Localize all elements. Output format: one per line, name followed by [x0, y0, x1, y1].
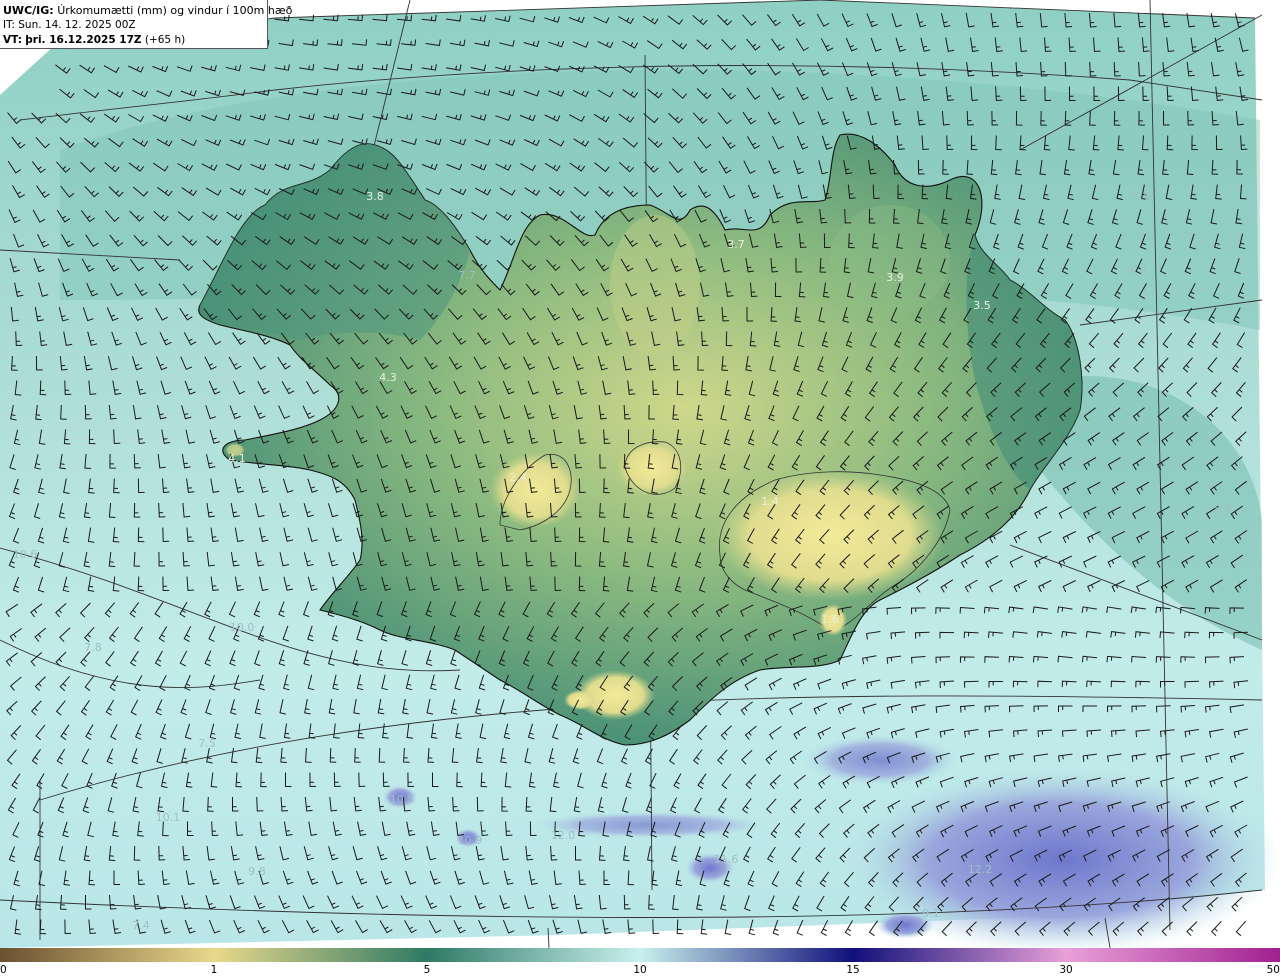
- precip-value-label: 3.9: [886, 271, 904, 284]
- colorbar-tick: 15: [846, 964, 860, 976]
- heavy-precip-south: [800, 734, 960, 786]
- north-east-highlight: [830, 205, 950, 315]
- valid-time-line: VT: þri. 16.12.2025 17Z (+65 h): [3, 33, 267, 48]
- precip-value-label: 10.9: [458, 834, 483, 847]
- precip-value-label: 12.2: [968, 863, 993, 876]
- precip-value-label: 10.1: [156, 811, 181, 824]
- colorbar-labels: 0 1 5 10 15 30 50: [0, 963, 1280, 978]
- precip-value-label: 4.3: [379, 371, 397, 384]
- precip-value-label: 12.0: [551, 829, 576, 842]
- precip-value-label: 3.5: [973, 299, 991, 312]
- colorbar: [0, 948, 1280, 962]
- precipitation-wind-map: 3.8 7.7 3.7 3.9 3.5 5.9 6.8 4.3 4.1 2.4 10.6 10.0 7.…: [0, 0, 1280, 948]
- map-title-box: UWC/IG: Úrkomumætti (mm) og vindur í 100…: [0, 0, 292, 49]
- precip-value-label: 6.8: [1129, 265, 1147, 278]
- precip-value-label: 11.6: [714, 853, 739, 866]
- eyjafjallajokull-glacier: [564, 690, 596, 710]
- precip-value-label: 4.1: [228, 452, 246, 465]
- precip-value-label: 3.7: [727, 238, 745, 251]
- precip-value-label: 10.6: [13, 548, 38, 561]
- colorbar-tick: 0: [0, 964, 7, 976]
- valid-label: VT:: [3, 34, 22, 46]
- colorbar-tick: 1: [210, 964, 218, 976]
- model-prefix: UWC/IG:: [3, 4, 54, 17]
- precip-value-label: 9.1: [922, 907, 940, 920]
- precip-value-label: 7.4: [132, 919, 150, 932]
- precip-value-label: 7.5: [198, 737, 216, 750]
- precip-value-label: 1.6: [821, 613, 839, 626]
- init-time-line: IT: Sun. 14. 12. 2025 00Z: [3, 18, 267, 33]
- precip-value-label: 10.0: [230, 621, 255, 634]
- precip-value-label: 10.5: [390, 793, 415, 806]
- product-name: Úrkomumætti (mm) og vindur í 100m hæð: [57, 4, 293, 17]
- precip-value-label: 3.8: [366, 190, 384, 203]
- colorbar-tick: 30: [1059, 964, 1073, 976]
- valid-time: þri. 16.12.2025 17Z: [25, 34, 142, 46]
- precip-value-label: 7.7: [458, 269, 476, 282]
- colorbar-tick: 5: [423, 964, 431, 976]
- init-time: Sun. 14. 12. 2025 00Z: [18, 19, 136, 31]
- colorbar-tick: 10: [633, 964, 647, 976]
- precip-value-label: 9.8: [248, 865, 266, 878]
- precip-value-label: 8.6: [1214, 503, 1232, 516]
- precip-value-label: 5.9: [1133, 190, 1151, 203]
- colorbar-tick: 50: [1266, 964, 1280, 976]
- precip-value-label: 7.8: [84, 641, 102, 654]
- trollaskagi-highlight: [610, 215, 700, 355]
- precip-value-label: 2.4: [509, 471, 527, 484]
- wind-barb: [1235, 920, 1246, 937]
- init-label: IT:: [3, 19, 15, 31]
- product-title-line: UWC/IG: Úrkomumætti (mm) og vindur í 100…: [3, 3, 292, 18]
- precip-value-label: 1.4: [761, 495, 779, 508]
- lead-time: (+65 h): [144, 34, 186, 46]
